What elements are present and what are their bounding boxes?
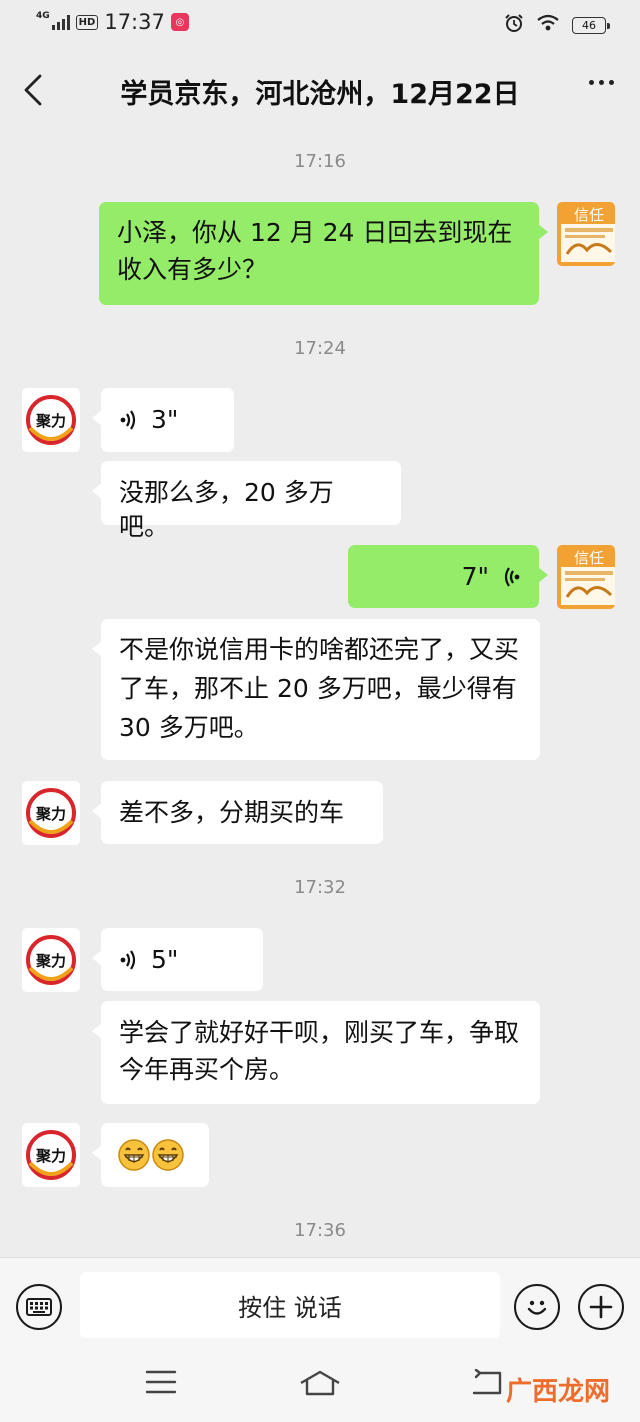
plus-icon: [589, 1295, 613, 1319]
chat-header: 学员京东，河北沧州，12月22日: [0, 50, 640, 130]
voice-message[interactable]: 3": [92, 388, 234, 452]
avatar-contact-label: 聚力: [35, 805, 66, 823]
status-time: 17:37: [104, 10, 165, 34]
avatar-contact-label: 聚力: [35, 952, 66, 970]
input-bar: 按住 说话: [0, 1257, 640, 1349]
message-bubble-incoming[interactable]: 没那么多，20 多万吧。: [92, 461, 401, 541]
return-icon: [472, 1368, 502, 1395]
avatar-contact-label: 聚力: [35, 412, 66, 430]
message-bubble-incoming[interactable]: 学会了就好好干呗，刚买了车，争取今年再买个房。: [92, 1001, 540, 1104]
avatar-contact[interactable]: 聚力: [22, 928, 80, 992]
menu-nav-button[interactable]: [145, 1369, 177, 1399]
battery-icon: 46: [572, 16, 610, 34]
network-type: 4G: [36, 10, 50, 21]
watermark: 广西龙网: [505, 1377, 610, 1407]
voice-wave-icon: [503, 566, 521, 588]
smiley-icon: [527, 1300, 547, 1315]
voice-duration: 7": [461, 561, 489, 591]
avatar-contact-label: 聚力: [35, 1147, 66, 1165]
back-nav-button[interactable]: [470, 1368, 504, 1401]
avatar-self-label: 信任: [574, 549, 604, 567]
timestamp: 17:32: [294, 877, 346, 898]
avatar-self-label: 信任: [574, 206, 604, 224]
voice-duration: 5": [151, 944, 179, 974]
back-button[interactable]: [18, 70, 48, 110]
more-functions-button[interactable]: [578, 1284, 624, 1330]
chat-title: 学员京东，河北沧州，12月22日: [120, 79, 520, 110]
timestamp: 17:16: [294, 151, 346, 172]
emoji-button[interactable]: [514, 1284, 560, 1330]
signal-icon: [51, 14, 70, 30]
timestamp: 17:36: [294, 1220, 346, 1241]
message-bubble-incoming[interactable]: 不是你说信用卡的啥都还完了，又买了车，那不止 20 多万吧，最少得有 30 多万…: [92, 619, 540, 760]
keyboard-toggle-button[interactable]: [16, 1284, 62, 1330]
voice-duration: 3": [151, 405, 179, 434]
voice-message[interactable]: 5": [92, 928, 263, 991]
grin-emoji-icon: [118, 1139, 150, 1171]
home-nav-button[interactable]: [298, 1369, 342, 1401]
voice-message[interactable]: 7": [348, 545, 548, 608]
avatar-self[interactable]: 信任: [557, 545, 615, 609]
avatar-contact[interactable]: 聚力: [22, 781, 80, 845]
message-bubble-outgoing[interactable]: 小泽，你从 12 月 24 日回去到现在收入有多少？: [99, 202, 548, 305]
voice-wave-icon: [119, 949, 137, 971]
message-bubble-incoming[interactable]: 差不多，分期买的车: [92, 781, 383, 844]
alarm-icon: [504, 13, 524, 37]
home-icon: [300, 1370, 340, 1396]
menu-icon: [145, 1370, 177, 1394]
keyboard-icon: [26, 1298, 52, 1316]
emoji-message[interactable]: 😁😁: [92, 1123, 209, 1187]
grin-emoji-icon: [152, 1139, 184, 1171]
avatar-contact[interactable]: 聚力: [22, 1123, 80, 1187]
more-options-button[interactable]: [589, 80, 614, 85]
wifi-icon: [536, 14, 560, 36]
hold-to-talk-button[interactable]: 按住 说话: [80, 1272, 500, 1338]
system-nav-bar: 广西龙网: [0, 1349, 640, 1422]
chevron-left-icon: [24, 74, 42, 106]
hd-badge: HD: [75, 14, 99, 30]
status-bar: 4G HD 17:37 ◎ 46: [0, 0, 640, 50]
avatar-self[interactable]: 信任: [557, 202, 615, 266]
avatar-contact[interactable]: 聚力: [22, 388, 80, 452]
voice-wave-icon: [119, 409, 137, 431]
timestamp: 17:24: [294, 338, 346, 359]
store-app-icon: ◎: [170, 13, 189, 31]
